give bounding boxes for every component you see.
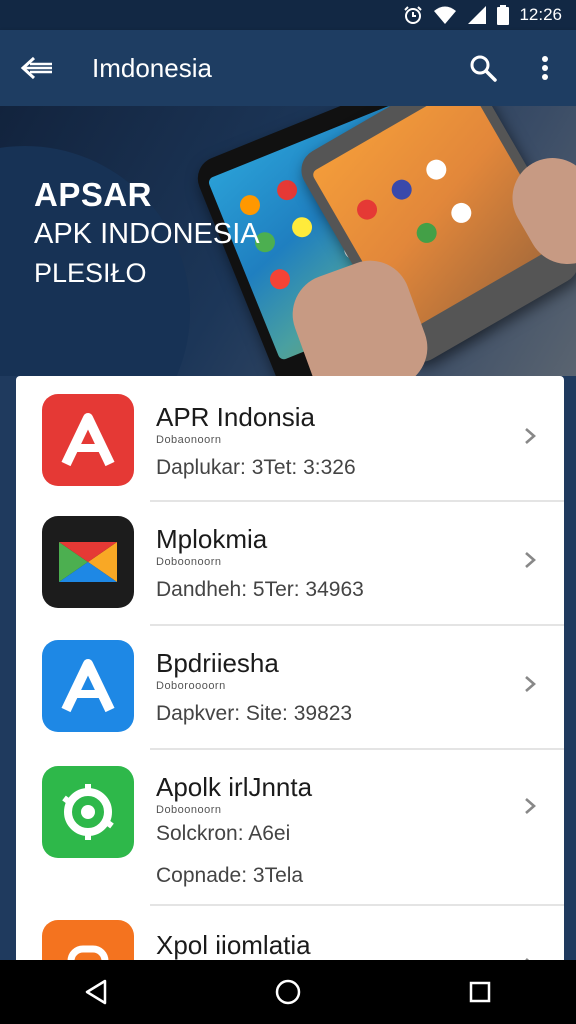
- app-meta: Copnade: 3Tela: [156, 864, 304, 887]
- app-bar-title: Imdonesia: [92, 52, 212, 83]
- chevron-right-icon: [525, 676, 536, 692]
- list-item[interactable]: Mplokmia Doboonoorn Dandheh: 5Ter: 34963: [16, 502, 564, 624]
- red-a-icon: [42, 394, 134, 486]
- list-item[interactable]: APR Indonsia Dobaonoorn Daplukar: 3Tet: …: [16, 376, 564, 500]
- app-list: APR Indonsia Dobaonoorn Daplukar: 3Tet: …: [16, 376, 564, 976]
- signal-icon: [467, 5, 487, 25]
- recents-square-icon[interactable]: [450, 962, 510, 1022]
- status-bar: 12:26: [0, 0, 576, 30]
- banner-subtitle: APK INDONESIA: [34, 218, 260, 250]
- back-triangle-icon[interactable]: [66, 962, 126, 1022]
- wifi-icon: [433, 5, 457, 25]
- app-name: APR Indonsia: [156, 402, 315, 432]
- alarm-icon: [403, 5, 423, 25]
- banner-title: APSAR: [34, 176, 153, 213]
- app-name: Bpdriiesha: [156, 648, 279, 678]
- home-circle-icon[interactable]: [258, 962, 318, 1022]
- list-item[interactable]: Apolk irlJnnta Doboonoorn Solckron: A6ei…: [16, 750, 564, 904]
- colorful-arrow-icon: [42, 516, 134, 608]
- banner-caption: PLESIŁO: [34, 258, 147, 288]
- search-icon[interactable]: [452, 30, 514, 106]
- chevron-right-icon: [525, 798, 536, 814]
- app-subtitle: Doboonoorn: [156, 804, 222, 816]
- app-name: Mplokmia: [156, 524, 268, 554]
- status-time: 12:26: [519, 5, 562, 24]
- chevron-right-icon: [525, 428, 536, 444]
- app-meta: Dapkver: Site: 39823: [156, 702, 353, 725]
- battery-icon: [497, 5, 510, 25]
- more-vert-icon[interactable]: [514, 30, 576, 106]
- green-gear-icon: [42, 766, 134, 858]
- chevron-right-icon: [525, 552, 536, 568]
- app-meta: Daplukar: 3Tet: 3:326: [156, 456, 356, 479]
- app-subtitle: Dobaonoorn: [156, 434, 222, 446]
- list-item[interactable]: Bpdriiesha Doboroooorn Dapkver: Site: 39…: [16, 626, 564, 748]
- app-name: Xpol iiomlatia: [156, 930, 311, 960]
- app-bar: Imdonesia: [0, 30, 576, 106]
- app-subtitle: Doboroooorn: [156, 680, 226, 692]
- app-meta: Dandheh: 5Ter: 34963: [156, 578, 364, 601]
- app-subtitle: Doboonoorn: [156, 556, 222, 568]
- hero-banner: APSAR APK INDONESIA PLESIŁO: [0, 106, 576, 376]
- blue-a-icon: [42, 640, 134, 732]
- back-arrow-icon[interactable]: [0, 30, 74, 106]
- system-nav-bar: [0, 960, 576, 1024]
- app-meta: Solckron: A6ei: [156, 822, 291, 845]
- app-name: Apolk irlJnnta: [156, 772, 313, 802]
